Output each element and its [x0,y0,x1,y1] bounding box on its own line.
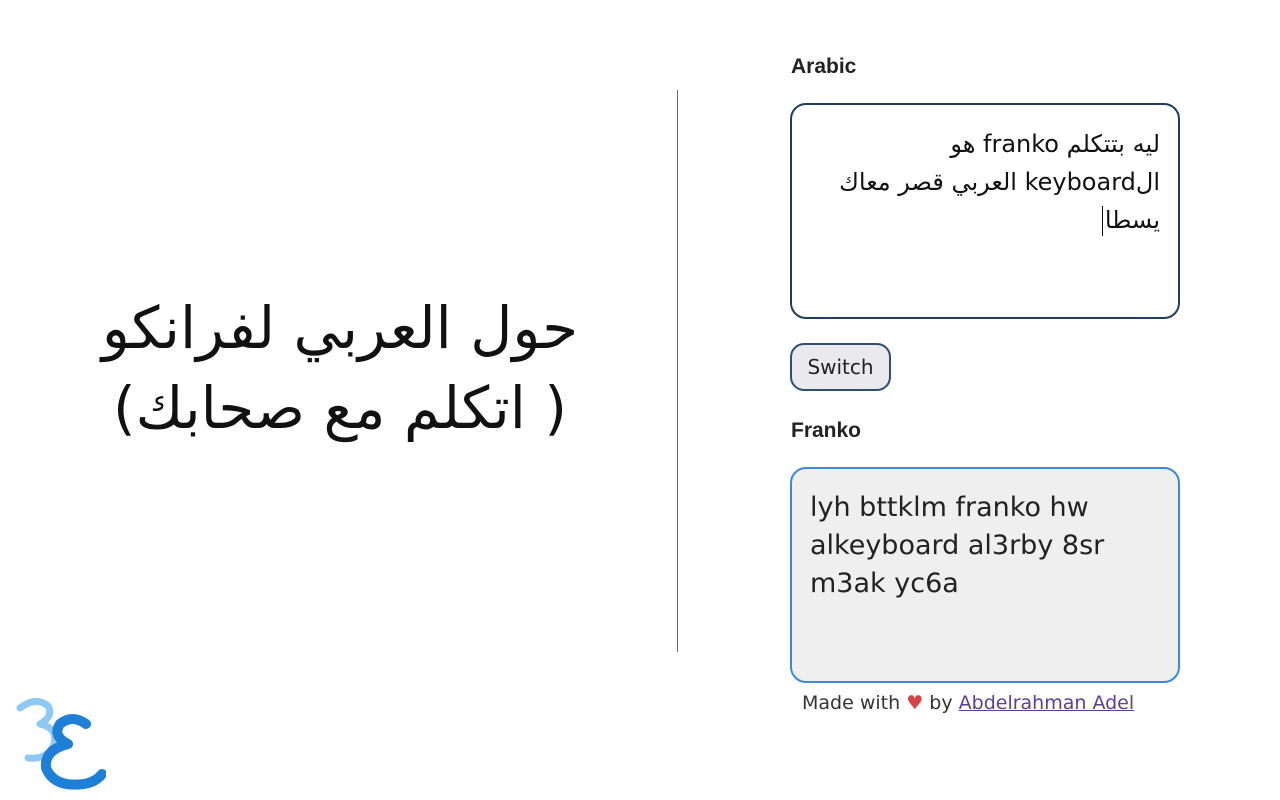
extension-screen: حول العربي لفرانكو ( اتكلم مع صحابك) Ara… [0,0,1280,800]
promo-line-2: ( اتكلم مع صحابك) [113,374,567,442]
author-link[interactable]: Abdelrahman Adel [959,692,1135,714]
arabic-label: Arabic [791,55,857,78]
arabic-textarea[interactable]: ليه بتتكلم franko هو الkeyboard العربي ق… [790,103,1180,319]
text-caret [1101,206,1103,236]
promo-line-1: حول العربي لفرانكو [101,294,579,362]
heart-icon: ♥ [906,692,924,714]
logo-ain-stroke [40,714,106,790]
franko-label: Franko [791,419,862,442]
3e-logo-icon [16,698,106,790]
footer-made-with: Made with [802,692,901,714]
arabic-text: ليه بتتكلم franko هو الkeyboard العربي ق… [839,130,1160,234]
vertical-divider [677,90,678,652]
switch-button[interactable]: Switch [790,343,891,391]
promo-heading: حول العربي لفرانكو ( اتكلم مع صحابك) [40,288,640,448]
footer-by: by [929,692,953,714]
footer-credit: Made with ♥ by Abdelrahman Adel [802,692,1134,714]
franko-output[interactable]: lyh bttklm franko hw alkeyboard al3rby 8… [790,467,1180,683]
franko-text: lyh bttklm franko hw alkeyboard al3rby 8… [810,492,1105,599]
